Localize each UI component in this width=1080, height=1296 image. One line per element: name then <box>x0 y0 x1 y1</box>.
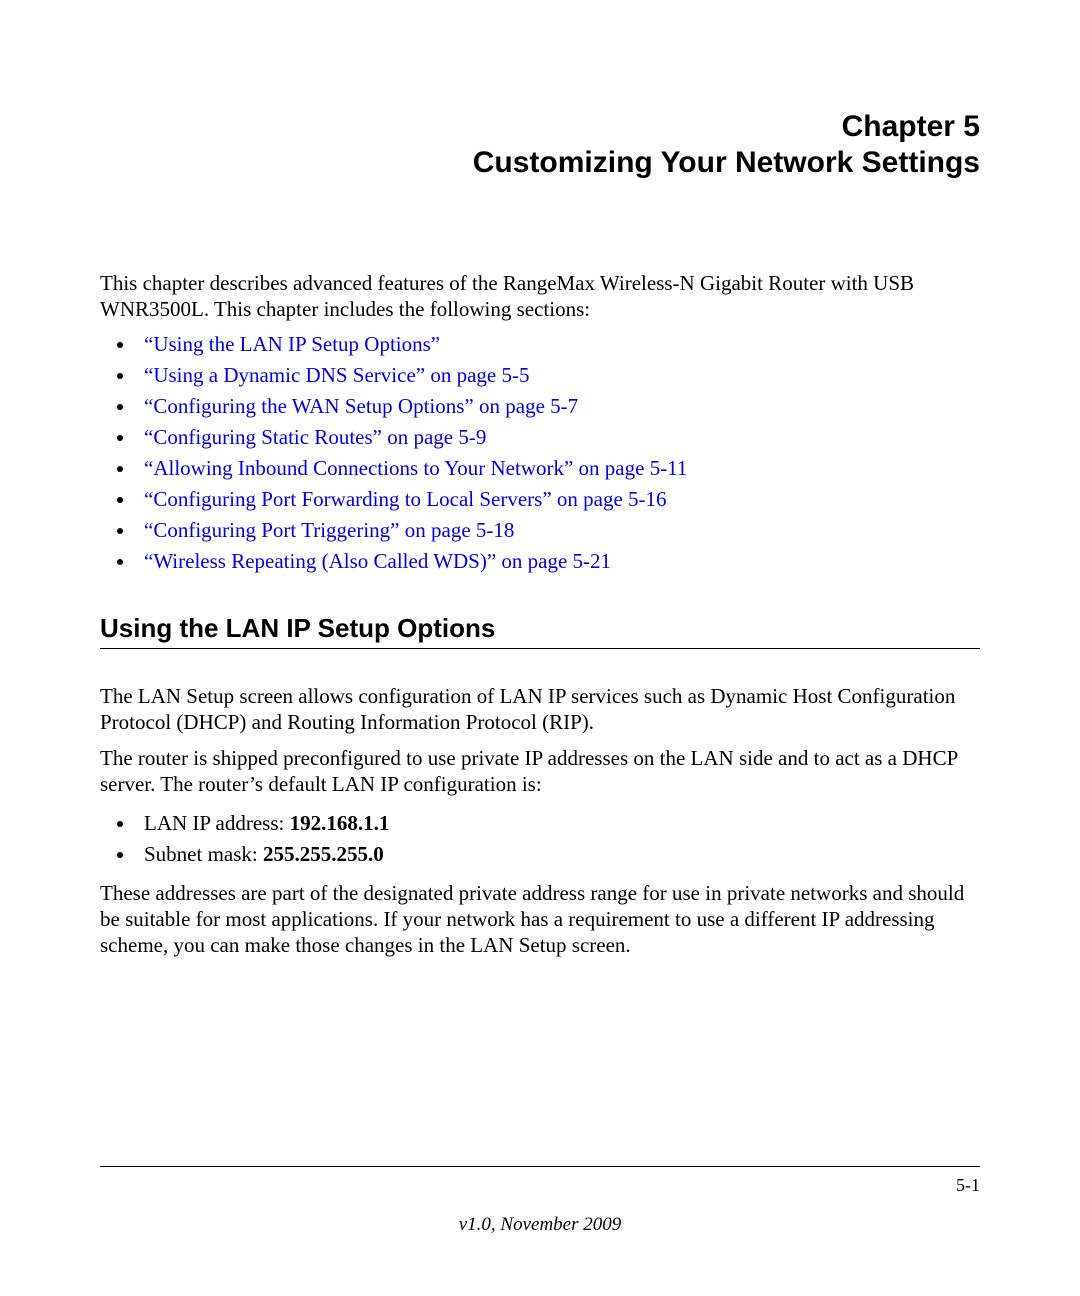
toc-item: “Allowing Inbound Connections to Your Ne… <box>136 453 980 484</box>
footer-rule <box>100 1166 980 1167</box>
chapter-number: Chapter 5 <box>100 110 980 144</box>
toc-item: “Configuring Port Forwarding to Local Se… <box>136 484 980 515</box>
toc-list: “Using the LAN IP Setup Options” “Using … <box>100 329 980 577</box>
body-paragraph: The LAN Setup screen allows configuratio… <box>100 683 980 736</box>
toc-item: “Wireless Repeating (Also Called WDS)” o… <box>136 546 980 577</box>
toc-item: “Configuring Static Routes” on page 5-9 <box>136 422 980 453</box>
toc-link[interactable]: “Allowing Inbound Connections to Your Ne… <box>144 456 687 480</box>
config-item-subnet: Subnet mask: 255.255.255.0 <box>136 839 980 870</box>
document-page: Chapter 5 Customizing Your Network Setti… <box>0 0 1080 1296</box>
config-value: 255.255.255.0 <box>263 842 384 866</box>
toc-link[interactable]: “Configuring Static Routes” on page 5-9 <box>144 425 486 449</box>
toc-link[interactable]: “Using a Dynamic DNS Service” on page 5-… <box>144 363 529 387</box>
chapter-heading: Chapter 5 Customizing Your Network Setti… <box>100 110 980 180</box>
section-heading: Using the LAN IP Setup Options <box>100 613 980 649</box>
config-label: LAN IP address: <box>144 811 290 835</box>
toc-item: “Configuring the WAN Setup Options” on p… <box>136 391 980 422</box>
config-item-lan-ip: LAN IP address: 192.168.1.1 <box>136 808 980 839</box>
toc-item: “Configuring Port Triggering” on page 5-… <box>136 515 980 546</box>
toc-link[interactable]: “Wireless Repeating (Also Called WDS)” o… <box>144 549 611 573</box>
page-footer: 5-1 v1.0, November 2009 <box>100 1166 980 1236</box>
chapter-title: Customizing Your Network Settings <box>100 146 980 180</box>
toc-item: “Using a Dynamic DNS Service” on page 5-… <box>136 360 980 391</box>
toc-link[interactable]: “Configuring Port Forwarding to Local Se… <box>144 487 667 511</box>
toc-link[interactable]: “Configuring the WAN Setup Options” on p… <box>144 394 578 418</box>
config-value: 192.168.1.1 <box>290 811 390 835</box>
version-line: v1.0, November 2009 <box>100 1214 980 1236</box>
intro-paragraph: This chapter describes advanced features… <box>100 270 980 323</box>
body-paragraph: The router is shipped preconfigured to u… <box>100 745 980 798</box>
page-number: 5-1 <box>100 1175 980 1196</box>
config-list: LAN IP address: 192.168.1.1 Subnet mask:… <box>100 808 980 870</box>
config-label: Subnet mask: <box>144 842 263 866</box>
toc-link[interactable]: “Configuring Port Triggering” on page 5-… <box>144 518 514 542</box>
body-paragraph: These addresses are part of the designat… <box>100 880 980 959</box>
toc-link[interactable]: “Using the LAN IP Setup Options” <box>144 332 440 356</box>
toc-item: “Using the LAN IP Setup Options” <box>136 329 980 360</box>
